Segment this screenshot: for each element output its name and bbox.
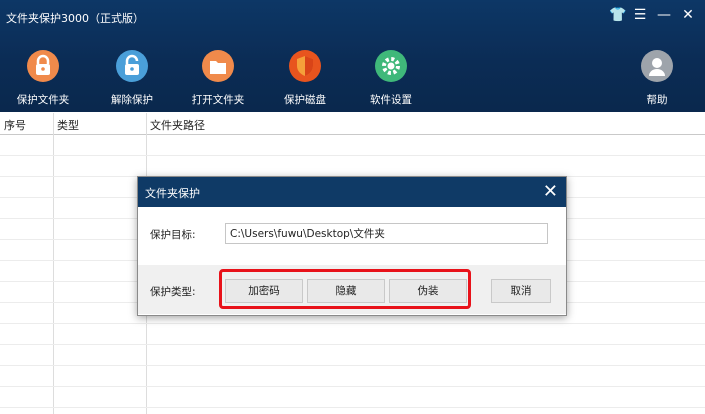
encrypt-button[interactable]: 加密码 <box>225 279 303 303</box>
dialog-close-icon[interactable]: ✕ <box>543 181 558 202</box>
row-divider <box>0 155 705 156</box>
dialog-title: 文件夹保护 <box>145 187 200 200</box>
settings-button[interactable]: 软件设置 <box>356 50 426 107</box>
target-label: 保护目标: <box>150 229 196 241</box>
close-icon[interactable]: ✕ <box>681 7 695 23</box>
unprotect-label: 解除保护 <box>111 94 153 106</box>
protect-type-label: 保护类型: <box>150 286 196 298</box>
column-divider <box>53 113 54 414</box>
settings-label: 软件设置 <box>370 94 412 106</box>
folder-protect-dialog: 文件夹保护 ✕ 保护目标: 保护类型: 加密码 隐藏 伪装 取消 <box>137 176 567 316</box>
app-header: 文件夹保护3000（正式版） 👕 ☰ — ✕ 保护文件夹 解除保护 打开文件夹 … <box>0 0 705 112</box>
window-controls: 👕 ☰ — ✕ <box>609 7 695 23</box>
cancel-button[interactable]: 取消 <box>491 279 551 303</box>
dialog-body: 保护目标: 保护类型: 加密码 隐藏 伪装 取消 <box>138 207 566 314</box>
help-label: 帮助 <box>646 94 668 106</box>
open-folder-button[interactable]: 打开文件夹 <box>183 50 253 107</box>
table-header: 序号 类型 文件夹路径 <box>0 113 705 135</box>
row-divider <box>0 344 705 345</box>
hide-button[interactable]: 隐藏 <box>307 279 385 303</box>
user-icon <box>641 50 673 82</box>
lock-icon <box>27 50 59 82</box>
open-folder-label: 打开文件夹 <box>191 94 245 106</box>
protect-disk-label: 保护磁盘 <box>284 94 326 106</box>
row-divider <box>0 407 705 408</box>
app-title: 文件夹保护3000（正式版） <box>6 12 144 25</box>
protect-folder-label: 保护文件夹 <box>16 94 70 106</box>
unprotect-button[interactable]: 解除保护 <box>97 50 167 107</box>
minimize-icon[interactable]: — <box>657 7 671 23</box>
skin-icon[interactable]: 👕 <box>609 7 626 23</box>
help-button[interactable]: 帮助 <box>622 50 692 107</box>
unlock-icon <box>116 50 148 82</box>
target-path-input[interactable] <box>225 223 548 244</box>
row-divider <box>0 386 705 387</box>
shield-icon <box>289 50 321 82</box>
row-divider <box>0 323 705 324</box>
menu-icon[interactable]: ☰ <box>633 7 647 23</box>
column-path[interactable]: 文件夹路径 <box>150 117 205 133</box>
dialog-titlebar: 文件夹保护 ✕ <box>138 177 566 207</box>
disguise-button[interactable]: 伪装 <box>389 279 467 303</box>
protect-folder-button[interactable]: 保护文件夹 <box>8 50 78 107</box>
protect-disk-button[interactable]: 保护磁盘 <box>270 50 340 107</box>
gear-icon <box>375 50 407 82</box>
protect-type-bar: 保护类型: 加密码 隐藏 伪装 取消 <box>138 265 566 314</box>
column-type[interactable]: 类型 <box>57 117 79 133</box>
row-divider <box>0 365 705 366</box>
column-index[interactable]: 序号 <box>4 117 26 133</box>
folder-icon <box>202 50 234 82</box>
